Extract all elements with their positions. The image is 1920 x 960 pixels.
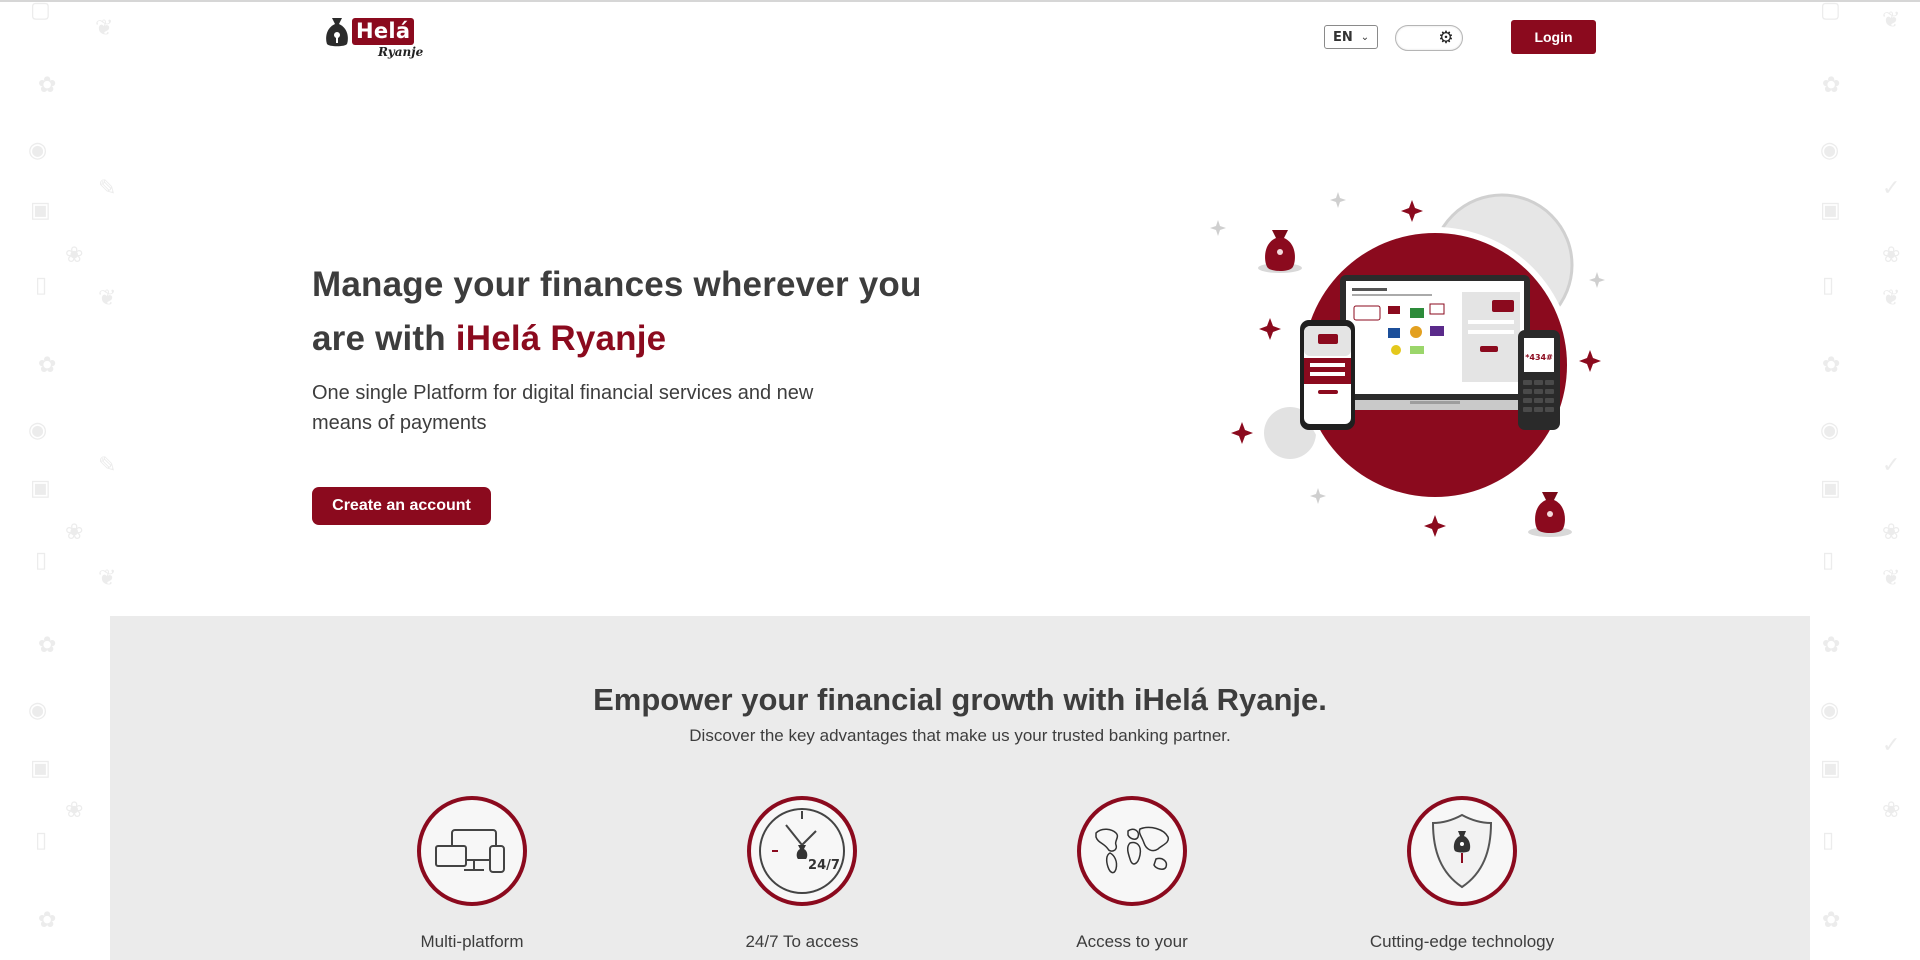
feature-card-24-7: 24/7 24/7 To access	[682, 796, 922, 960]
feature-label: Cutting-edge technology	[1369, 932, 1555, 951]
world-map-icon	[1077, 796, 1187, 906]
features-section: Empower your financial growth with iHelá…	[110, 616, 1810, 960]
feature-card-access: Access to your	[1012, 796, 1252, 960]
shield-icon	[1407, 796, 1517, 906]
feature-card-multi-platform: Multi-platform	[352, 796, 592, 960]
gear-icon: ⚙	[1438, 28, 1454, 48]
clock-24-7-icon: 24/7	[747, 796, 857, 906]
feature-label: 24/7 To access	[745, 932, 859, 951]
language-value: EN	[1333, 29, 1353, 45]
features-subtitle: Discover the key advantages that make us…	[689, 726, 1231, 745]
feature-label: Access to your	[1076, 932, 1188, 951]
money-bag-right	[1528, 492, 1572, 537]
clock-badge: 24/7	[808, 858, 840, 873]
theme-toggle[interactable]: ⚙	[1395, 25, 1463, 51]
create-account-button[interactable]: Create an account	[312, 487, 491, 525]
feature-label: Multi-platform	[420, 932, 524, 951]
background-pattern-left: ▢ ❦ ✿ ◉ ✎ ▣ ❀ ▯ ❦ ✿ ◉ ✎ ▣ ❀ ▯ ❦ ✿ ◉ ▣ ❀ …	[28, 0, 117, 933]
logo-wordmark: Helá	[352, 18, 415, 45]
hero-illustration: *434#	[1200, 180, 1620, 550]
feature-card-technology: Cutting-edge technology	[1342, 796, 1582, 960]
top-border	[0, 0, 1920, 2]
site-logo[interactable]: Helá Ryanje	[324, 14, 423, 59]
background-pattern-right: ▢ ❦ ✿ ◉ ✓ ▣ ❀ ▯ ❦ ✿ ◉ ✓ ▣ ❀ ▯ ❦ ✿ ◉ ✓ ▣ …	[1820, 0, 1901, 933]
money-bag-left	[1258, 230, 1302, 273]
login-button[interactable]: Login	[1511, 20, 1596, 54]
features-title: Empower your financial growth with iHelá…	[593, 682, 1327, 717]
chevron-down-icon: ⌄	[1360, 31, 1370, 43]
language-select[interactable]: EN ⌄	[1324, 25, 1378, 49]
hero-title: Manage your finances wherever you are wi…	[312, 258, 952, 366]
logo-subtitle: Ryanje	[378, 45, 424, 59]
money-bag-icon	[326, 18, 348, 47]
phone-screen-code: *434#	[1525, 353, 1553, 362]
hero-subtitle: One single Platform for digital financia…	[312, 382, 814, 434]
hero-title-brand: iHelá Ryanje	[455, 319, 667, 358]
devices-icon	[417, 796, 527, 906]
